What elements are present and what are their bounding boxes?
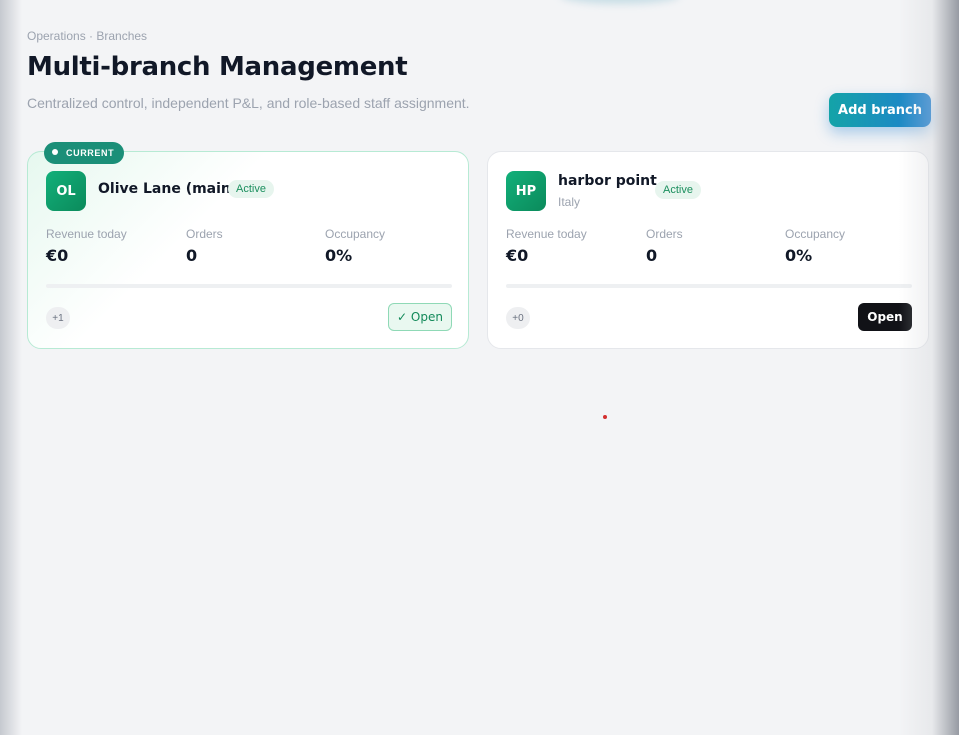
- left-edge-shadow: [0, 0, 22, 735]
- metric-occupancy: Occupancy 0%: [785, 227, 845, 265]
- current-badge-label: CURRENT: [66, 148, 115, 158]
- metric-revenue: Revenue today €0: [46, 227, 127, 265]
- metric-value: €0: [506, 246, 529, 265]
- metric-occupancy: Occupancy 0%: [325, 227, 385, 265]
- staff-count-chip: +1: [46, 307, 70, 329]
- metric-value: 0%: [325, 246, 353, 265]
- branch-card-harbor-point[interactable]: HP harbor point Italy Active Revenue tod…: [487, 151, 929, 349]
- metric-label: Revenue today: [46, 227, 127, 241]
- right-edge-shadow: [899, 0, 959, 735]
- branch-name: harbor point: [558, 173, 657, 189]
- cursor-dot-indicator: [603, 415, 607, 419]
- occupancy-progress-bar: [506, 284, 912, 288]
- open-branch-button[interactable]: ✓ Open: [388, 303, 452, 331]
- status-badge: Active: [228, 180, 274, 198]
- top-glow-decoration: [560, 0, 680, 4]
- breadcrumb: Operations · Branches: [27, 29, 148, 43]
- metric-label: Occupancy: [325, 227, 386, 241]
- occupancy-progress-bar: [46, 284, 452, 288]
- status-badge: Active: [655, 181, 701, 199]
- branch-card-olive-lane[interactable]: CURRENT OL Olive Lane (main) Active Reve…: [27, 142, 469, 349]
- metric-value: 0%: [785, 246, 813, 265]
- branch-avatar: OL: [46, 171, 86, 211]
- metric-value: 0: [646, 246, 658, 265]
- metric-orders: Orders 0: [186, 227, 223, 265]
- metric-label: Revenue today: [506, 227, 587, 241]
- current-branch-badge: CURRENT: [44, 142, 125, 164]
- metric-label: Orders: [646, 227, 683, 241]
- metric-revenue: Revenue today €0: [506, 227, 587, 265]
- branch-avatar: HP: [506, 171, 546, 211]
- dot-icon: [52, 149, 58, 155]
- page-subtitle: Centralized control, independent P&L, an…: [27, 95, 470, 111]
- page-title: Multi-branch Management: [27, 52, 408, 82]
- metric-orders: Orders 0: [646, 227, 683, 265]
- branch-country: Italy: [558, 195, 581, 209]
- metric-value: 0: [186, 246, 198, 265]
- branch-name: Olive Lane (main): [98, 181, 238, 197]
- metric-label: Orders: [186, 227, 223, 241]
- staff-count-chip: +0: [506, 307, 530, 329]
- metric-value: €0: [46, 246, 69, 265]
- branches-page: Operations · Branches Multi-branch Manag…: [0, 0, 959, 735]
- metric-label: Occupancy: [785, 227, 846, 241]
